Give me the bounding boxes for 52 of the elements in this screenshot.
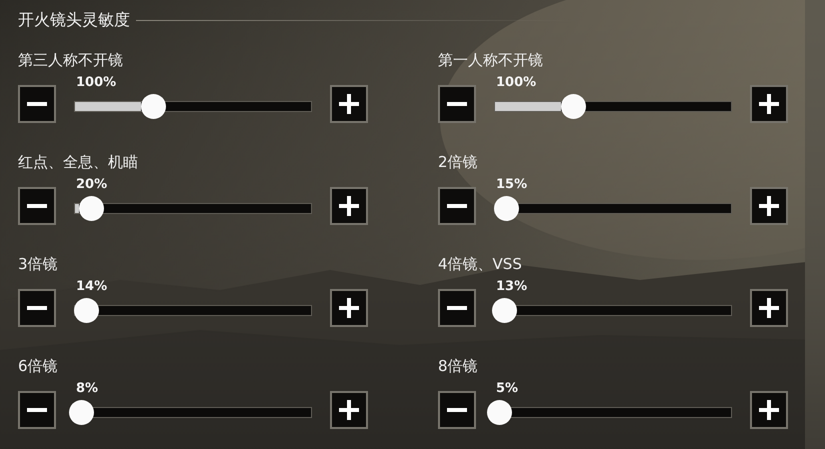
plus-button[interactable]	[750, 391, 788, 429]
slider-value: 13%	[496, 279, 528, 294]
slider-label: 3倍镜	[18, 254, 59, 275]
minus-icon	[27, 204, 47, 208]
minus-button[interactable]	[18, 85, 56, 123]
minus-button[interactable]	[438, 289, 476, 327]
plus-icon	[757, 296, 781, 320]
plus-button[interactable]	[330, 187, 368, 225]
slider-label: 4倍镜、VSS	[438, 254, 523, 275]
plus-button[interactable]	[750, 187, 788, 225]
slider-value: 8%	[76, 381, 98, 396]
minus-icon	[27, 408, 47, 412]
slider-label: 6倍镜	[18, 356, 59, 377]
minus-button[interactable]	[438, 85, 476, 123]
minus-button[interactable]	[18, 187, 56, 225]
slider-value: 100%	[496, 75, 536, 90]
plus-button[interactable]	[750, 85, 788, 123]
plus-icon	[337, 296, 361, 320]
slider-value: 15%	[496, 177, 528, 192]
minus-button[interactable]	[438, 187, 476, 225]
plus-button[interactable]	[750, 289, 788, 327]
slider-value: 20%	[76, 177, 108, 192]
slider-label: 8倍镜	[438, 356, 479, 377]
plus-icon	[337, 92, 361, 116]
minus-icon	[447, 408, 467, 412]
plus-button[interactable]	[330, 85, 368, 123]
section-title: 开火镜头灵敏度	[18, 10, 130, 31]
minus-icon	[447, 102, 467, 106]
minus-button[interactable]	[18, 391, 56, 429]
slider-label: 第一人称不开镜	[438, 50, 544, 71]
slider-fill	[75, 204, 79, 213]
slider-value: 14%	[76, 279, 108, 294]
plus-icon	[337, 194, 361, 218]
plus-icon	[757, 194, 781, 218]
plus-button[interactable]	[330, 391, 368, 429]
slider-label: 第三人称不开镜	[18, 50, 124, 71]
slider-label: 2倍镜	[438, 152, 479, 173]
slider-value: 100%	[76, 75, 116, 90]
minus-button[interactable]	[18, 289, 56, 327]
plus-button[interactable]	[330, 289, 368, 327]
minus-icon	[447, 306, 467, 310]
minus-icon	[27, 306, 47, 310]
slider-fill	[75, 102, 141, 111]
slider-value: 5%	[496, 381, 518, 396]
slider-fill	[495, 102, 561, 111]
plus-icon	[757, 398, 781, 422]
minus-button[interactable]	[438, 391, 476, 429]
minus-icon	[447, 204, 467, 208]
plus-icon	[337, 398, 361, 422]
slider-label: 红点、全息、机瞄	[18, 152, 139, 173]
minus-icon	[27, 102, 47, 106]
plus-icon	[757, 92, 781, 116]
